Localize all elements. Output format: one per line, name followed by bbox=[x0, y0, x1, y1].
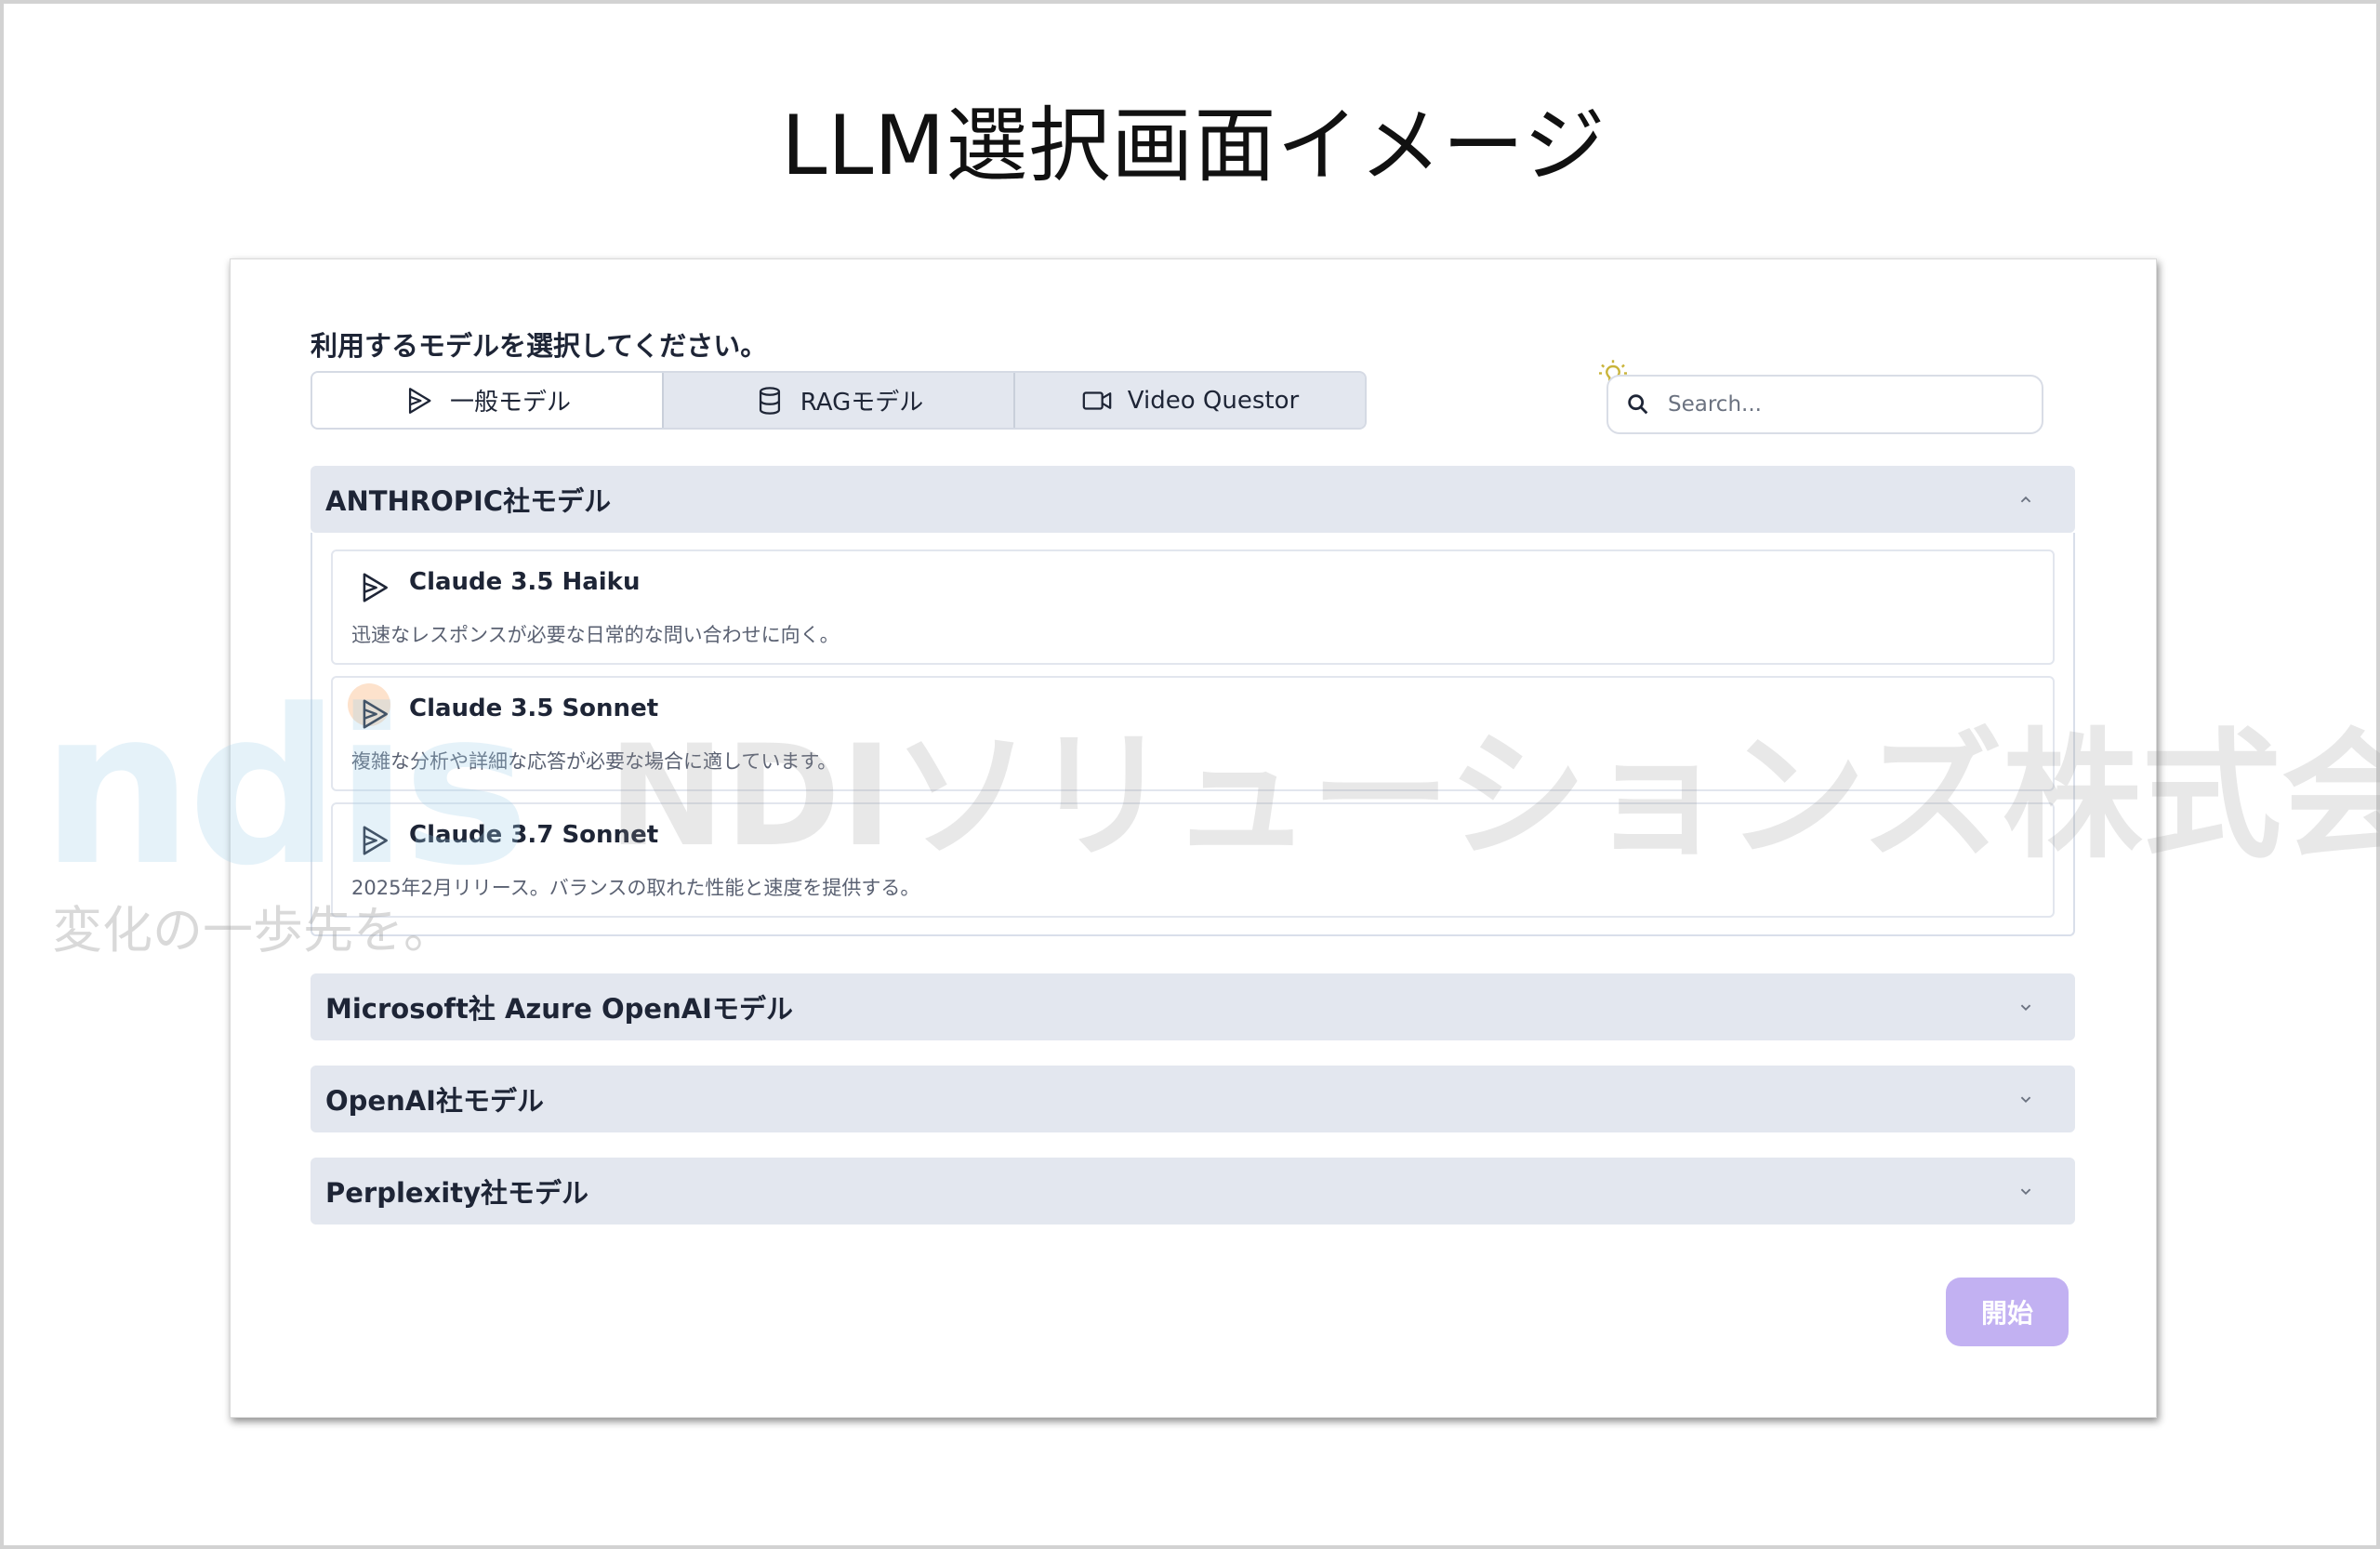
model-name: Claude 3.5 Haiku bbox=[409, 568, 641, 596]
group-header-openai[interactable]: OpenAI社モデル bbox=[311, 1066, 2075, 1132]
watermark-tagline: 変化の一歩先を。 bbox=[52, 901, 454, 960]
group-header-perplexity[interactable]: Perplexity社モデル bbox=[311, 1158, 2075, 1225]
play-icon bbox=[408, 387, 431, 414]
group-title: Microsoft社 Azure OpenAIモデル bbox=[325, 993, 793, 1025]
chevron-down-icon bbox=[2020, 1004, 2031, 1012]
play-icon bbox=[363, 573, 388, 602]
tab-label: Video Questor bbox=[1127, 386, 1300, 415]
chevron-up-icon bbox=[2020, 496, 2031, 503]
group-header-anthropic[interactable]: ANTHROPIC社モデル bbox=[311, 466, 2075, 533]
model-icon-wrap bbox=[357, 570, 392, 605]
slide-title: LLM選択画面イメージ bbox=[781, 98, 1606, 193]
group-title: Perplexity社モデル bbox=[325, 1177, 589, 1209]
group-openai: OpenAI社モデル bbox=[311, 1066, 2075, 1132]
tab-label: RAGモデル bbox=[800, 389, 924, 417]
slide: LLM選択画面イメージ 利用するモデルを選択してください。 一般モデル RAGモ… bbox=[0, 0, 2380, 1549]
model-type-tabs: 一般モデル RAGモデル Video Questor bbox=[311, 371, 1367, 430]
group-perplexity: Perplexity社モデル bbox=[311, 1158, 2075, 1225]
group-azure-openai: Microsoft社 Azure OpenAIモデル bbox=[311, 973, 2075, 1040]
tab-label: 一般モデル bbox=[449, 389, 571, 417]
start-button[interactable]: 開始 bbox=[1946, 1278, 2069, 1346]
group-title: ANTHROPIC社モデル bbox=[325, 485, 612, 517]
chevron-down-icon bbox=[2020, 1188, 2031, 1196]
search-icon bbox=[1628, 394, 1648, 415]
database-icon bbox=[759, 386, 780, 415]
group-header-azure-openai[interactable]: Microsoft社 Azure OpenAIモデル bbox=[311, 973, 2075, 1040]
model-card-claude-3-5-haiku[interactable]: Claude 3.5 Haiku 迅速なレスポンスが必要な日常的な問い合わせに向… bbox=[331, 549, 2055, 665]
watermark-company: NDIソリューションズ株式会社 bbox=[608, 716, 2380, 878]
video-icon bbox=[1082, 391, 1112, 410]
prompt-label: 利用するモデルを選択してください。 bbox=[311, 330, 768, 362]
chevron-down-icon bbox=[2020, 1096, 2031, 1104]
model-description: 迅速なレスポンスが必要な日常的な問い合わせに向く。 bbox=[351, 624, 840, 646]
watermark-logo: ndis bbox=[41, 665, 530, 913]
search-box bbox=[1606, 375, 2043, 434]
search-input[interactable] bbox=[1668, 392, 2021, 417]
tab-video-questor[interactable]: Video Questor bbox=[1015, 373, 1365, 428]
tab-general-models[interactable]: 一般モデル bbox=[312, 373, 664, 428]
group-title: OpenAI社モデル bbox=[325, 1085, 544, 1117]
tab-rag-models[interactable]: RAGモデル bbox=[664, 373, 1015, 428]
